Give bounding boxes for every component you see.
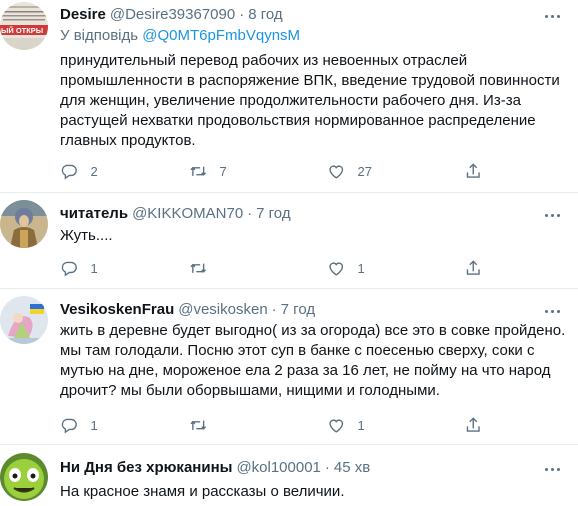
timestamp[interactable]: 7 год [281,301,315,318]
share-button[interactable] [464,255,483,281]
tweet[interactable]: VesikoskenFrau @vesikosken · 7 год жить … [0,289,578,444]
avatar[interactable] [0,453,48,501]
display-name[interactable]: VesikoskenFrau [60,301,174,318]
tweet-text: принудительный перевод рабочих из невоен… [60,52,560,149]
reply-icon [61,164,77,180]
timestamp[interactable]: 8 год [248,6,282,23]
reply-count: 1 [90,417,98,433]
like-count: 27 [357,163,372,179]
like-count: 1 [357,260,365,276]
more-options-button[interactable] [540,459,564,479]
user-handle[interactable]: @vesikosken [178,301,267,318]
avatar[interactable] [0,200,48,248]
heart-icon [329,419,344,433]
replying-to-label: У відповідь [60,27,139,44]
retweet-count: 7 [219,163,227,179]
display-name[interactable]: Ни Дня без хрюканины [60,459,232,476]
tweet-header: Desire @Desire39367090 · 8 год [60,6,283,23]
share-button[interactable] [464,412,483,438]
more-dot-icon [544,467,548,471]
retweet-icon [190,420,207,430]
display-name[interactable]: читатель [60,205,128,222]
more-options-button[interactable] [540,205,564,225]
share-icon [466,163,480,178]
reply-icon [61,261,77,277]
retweet-button[interactable]: 7 [189,158,227,184]
like-count: 1 [357,417,365,433]
more-dot-icon [556,213,560,217]
more-dot-icon [550,213,554,217]
tweet-text: жить в деревне будет выгодно( из за огор… [60,322,566,399]
reply-count: 1 [90,260,98,276]
avatar[interactable]: ЫЙ ОТКРЫ [0,2,48,50]
more-options-button[interactable] [540,301,564,321]
tweet-header: Ни Дня без хрюканины @kol100001 · 45 хв [60,459,370,476]
more-dot-icon [550,14,554,18]
separator-dot: · [324,459,330,476]
separator-dot: · [239,6,245,23]
display-name[interactable]: Desire [60,6,106,23]
timestamp[interactable]: 7 год [256,205,290,222]
avatar-image [0,453,48,501]
share-button[interactable] [464,158,483,184]
avatar-image [0,296,48,344]
tweet-actions: 1 1 [52,412,532,438]
tweet-text: На красное знамя и рассказы о величии. [60,483,345,500]
heart-icon [329,262,344,276]
timestamp[interactable]: 45 хв [334,459,370,476]
reply-mention-link[interactable]: @Q0MT6pFmbVqynsM [142,27,300,44]
user-handle[interactable]: @Desire39367090 [110,6,235,23]
like-button[interactable]: 27 [327,158,372,184]
reply-button[interactable]: 1 [60,255,98,281]
reply-count: 2 [90,163,98,179]
heart-icon [329,165,344,179]
retweet-icon [190,263,207,273]
more-dot-icon [556,309,560,313]
retweet-icon [190,166,207,176]
more-dot-icon [544,213,548,217]
tweet-header: VesikoskenFrau @vesikosken · 7 год [60,301,315,318]
share-icon [466,260,480,275]
replying-to: У відповідь @Q0MT6pFmbVqynsM [60,27,300,44]
retweet-button[interactable] [189,412,220,438]
tweet[interactable]: читатель @KIKKOMAN70 · 7 год Жуть.... 1 … [0,193,578,288]
more-dot-icon [544,14,548,18]
avatar[interactable] [0,296,48,344]
avatar-caption: ЫЙ ОТКРЫ [1,26,43,35]
reply-button[interactable]: 2 [60,158,98,184]
tweet[interactable]: Ни Дня без хрюканины @kol100001 · 45 хв … [0,445,578,506]
retweet-button[interactable] [189,255,220,281]
reply-icon [61,418,77,434]
reply-button[interactable]: 1 [60,412,98,438]
tweet-header: читатель @KIKKOMAN70 · 7 год [60,205,291,222]
more-dot-icon [550,467,554,471]
more-options-button[interactable] [540,6,564,26]
separator-dot: · [271,301,277,318]
user-handle[interactable]: @kol100001 [236,459,320,476]
like-button[interactable]: 1 [327,412,365,438]
more-dot-icon [556,14,560,18]
avatar-image: ЫЙ ОТКРЫ [0,2,48,50]
tweet-actions: 1 1 [52,255,532,281]
separator-dot: · [247,205,253,222]
more-dot-icon [550,309,554,313]
tweet-actions: 2 7 27 [52,158,532,184]
more-dot-icon [556,467,560,471]
tweet-text: Жуть.... [60,227,113,244]
user-handle[interactable]: @KIKKOMAN70 [132,205,243,222]
share-icon [466,417,480,432]
tweet[interactable]: ЫЙ ОТКРЫ Desire @Desire39367090 · 8 год … [0,0,578,192]
like-button[interactable]: 1 [327,255,365,281]
more-dot-icon [544,309,548,313]
avatar-image [0,200,48,248]
